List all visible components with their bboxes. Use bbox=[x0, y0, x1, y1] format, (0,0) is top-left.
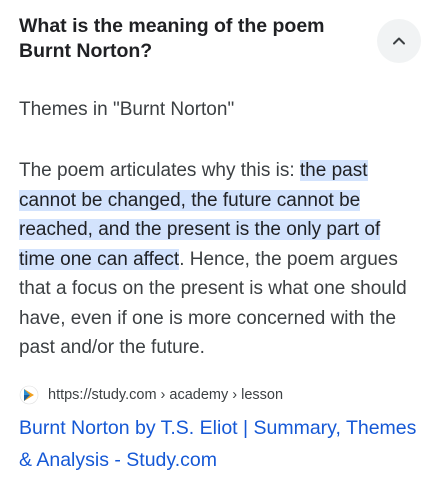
collapse-button[interactable] bbox=[377, 19, 421, 63]
study-com-logo-icon bbox=[19, 385, 39, 405]
answer-text: The poem articulates why this is: the pa… bbox=[19, 156, 421, 363]
source-row[interactable]: https://study.com › academy › lesson bbox=[19, 384, 283, 406]
answer-heading: Themes in "Burnt Norton" bbox=[19, 99, 235, 120]
question-title: What is the meaning of the poem Burnt No… bbox=[19, 15, 325, 62]
chevron-up-icon bbox=[393, 37, 405, 45]
featured-snippet-panel: What is the meaning of the poem Burnt No… bbox=[0, 0, 441, 500]
result-link[interactable]: Burnt Norton by T.S. Eliot | Summary, Th… bbox=[19, 412, 424, 476]
source-url: https://study.com › academy › lesson bbox=[48, 387, 284, 403]
question-header[interactable]: What is the meaning of the poem Burnt No… bbox=[19, 14, 421, 70]
answer-intro: The poem articulates why this is: bbox=[19, 160, 300, 181]
